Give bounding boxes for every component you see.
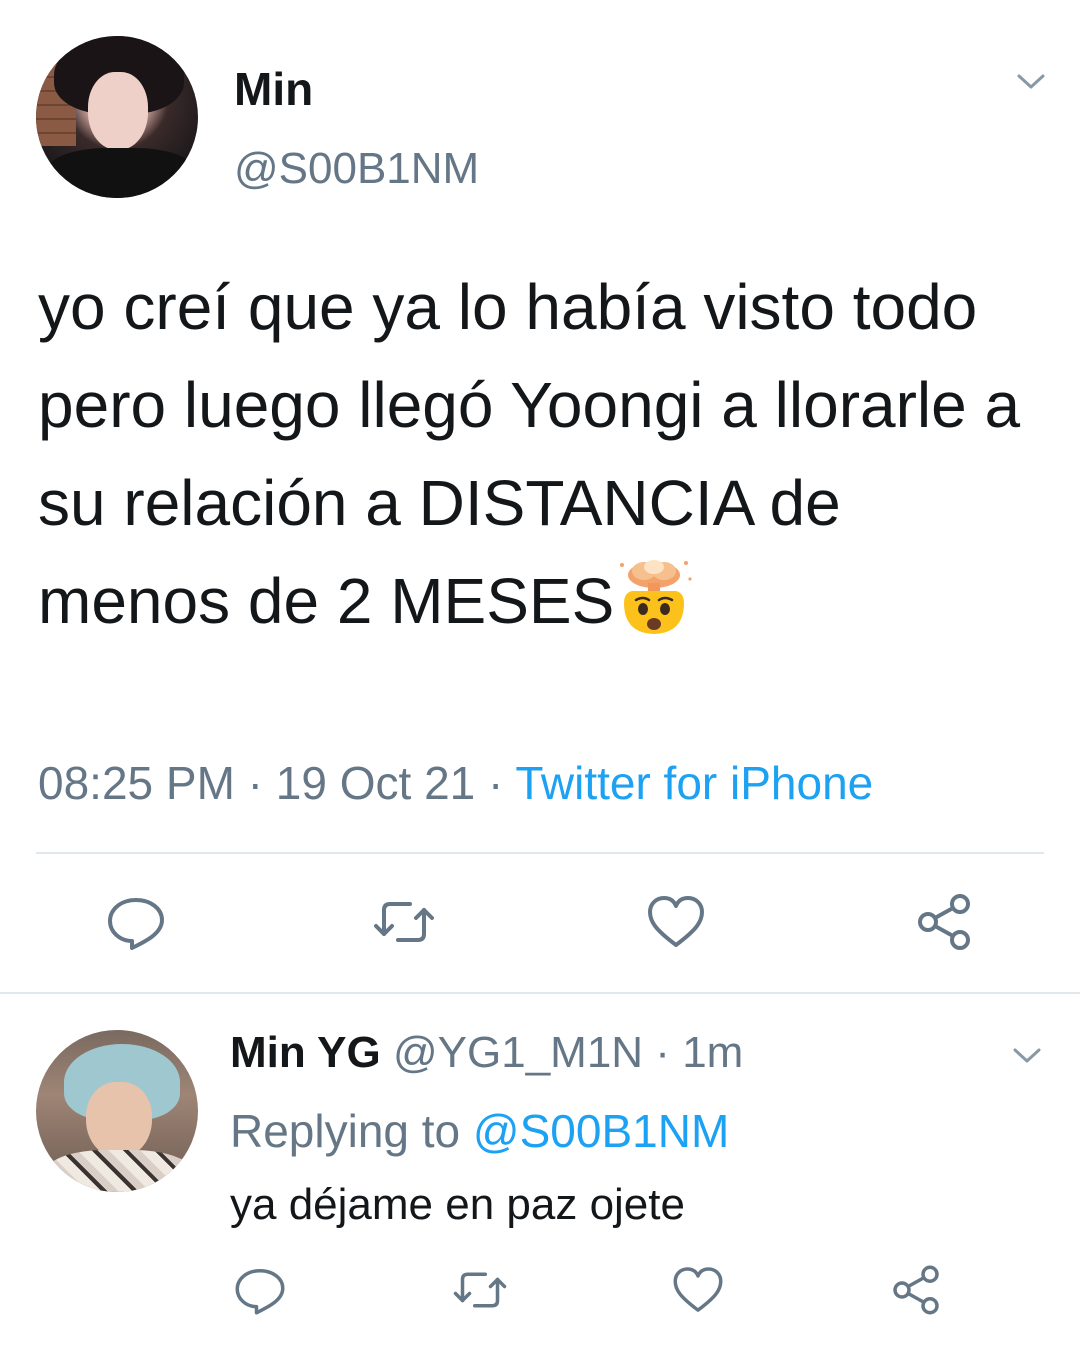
tweet-date: 19 Oct 21 [275, 757, 476, 809]
retweet-icon [374, 902, 434, 942]
meta-separator: · [475, 757, 516, 809]
reply-header: Min YG @YG1_M1N · 1m [230, 1028, 743, 1078]
reply-author-avatar[interactable] [36, 1030, 198, 1192]
exploding-head-emoji-icon [614, 557, 694, 637]
reply-share-button[interactable] [888, 1262, 944, 1318]
reply-like-button[interactable] [670, 1262, 726, 1318]
reply-author-display-name[interactable]: Min YG [230, 1028, 381, 1077]
tweet-meta: 08:25 PM · 19 Oct 21 · Twitter for iPhon… [38, 756, 873, 810]
tweet-text: yo creí que ya lo había visto todo pero … [38, 258, 1048, 650]
reply-time: 1m [682, 1028, 744, 1077]
share-button[interactable] [912, 890, 976, 954]
reply-button[interactable] [104, 890, 168, 954]
comment-icon [235, 1269, 285, 1315]
replying-to-label: Replying to [230, 1105, 461, 1157]
comment-icon [108, 898, 164, 950]
tweet-time: 08:25 PM [38, 757, 235, 809]
like-button[interactable] [644, 890, 708, 954]
replying-to: Replying to @S00B1NM [230, 1104, 729, 1158]
reply-author-handle[interactable]: @YG1_M1N [393, 1028, 643, 1077]
chevron-down-icon[interactable] [1012, 1040, 1042, 1070]
retweet-button[interactable] [372, 890, 436, 954]
reply-retweet-button[interactable] [452, 1262, 508, 1318]
share-icon [918, 894, 970, 950]
share-icon [893, 1265, 939, 1315]
retweet-icon [453, 1272, 507, 1308]
reply-reply-button[interactable] [232, 1262, 288, 1318]
heart-icon [673, 1267, 723, 1312]
author-handle[interactable]: @S00B1NM [234, 144, 479, 194]
heart-icon [648, 896, 704, 947]
divider [36, 852, 1044, 854]
chevron-down-icon[interactable] [1016, 66, 1046, 96]
divider [0, 992, 1080, 994]
replying-to-mention-link[interactable]: @S00B1NM [473, 1105, 729, 1157]
reply-text: ya déjame en paz ojete [230, 1180, 685, 1229]
author-avatar[interactable] [36, 36, 198, 198]
author-display-name[interactable]: Min [234, 62, 313, 116]
tweet-source-link[interactable]: Twitter for iPhone [515, 757, 873, 809]
meta-separator: · [234, 757, 276, 809]
reply-separator: · [643, 1028, 683, 1077]
tweet-body: yo creí que ya lo había visto todo pero … [38, 271, 1038, 637]
